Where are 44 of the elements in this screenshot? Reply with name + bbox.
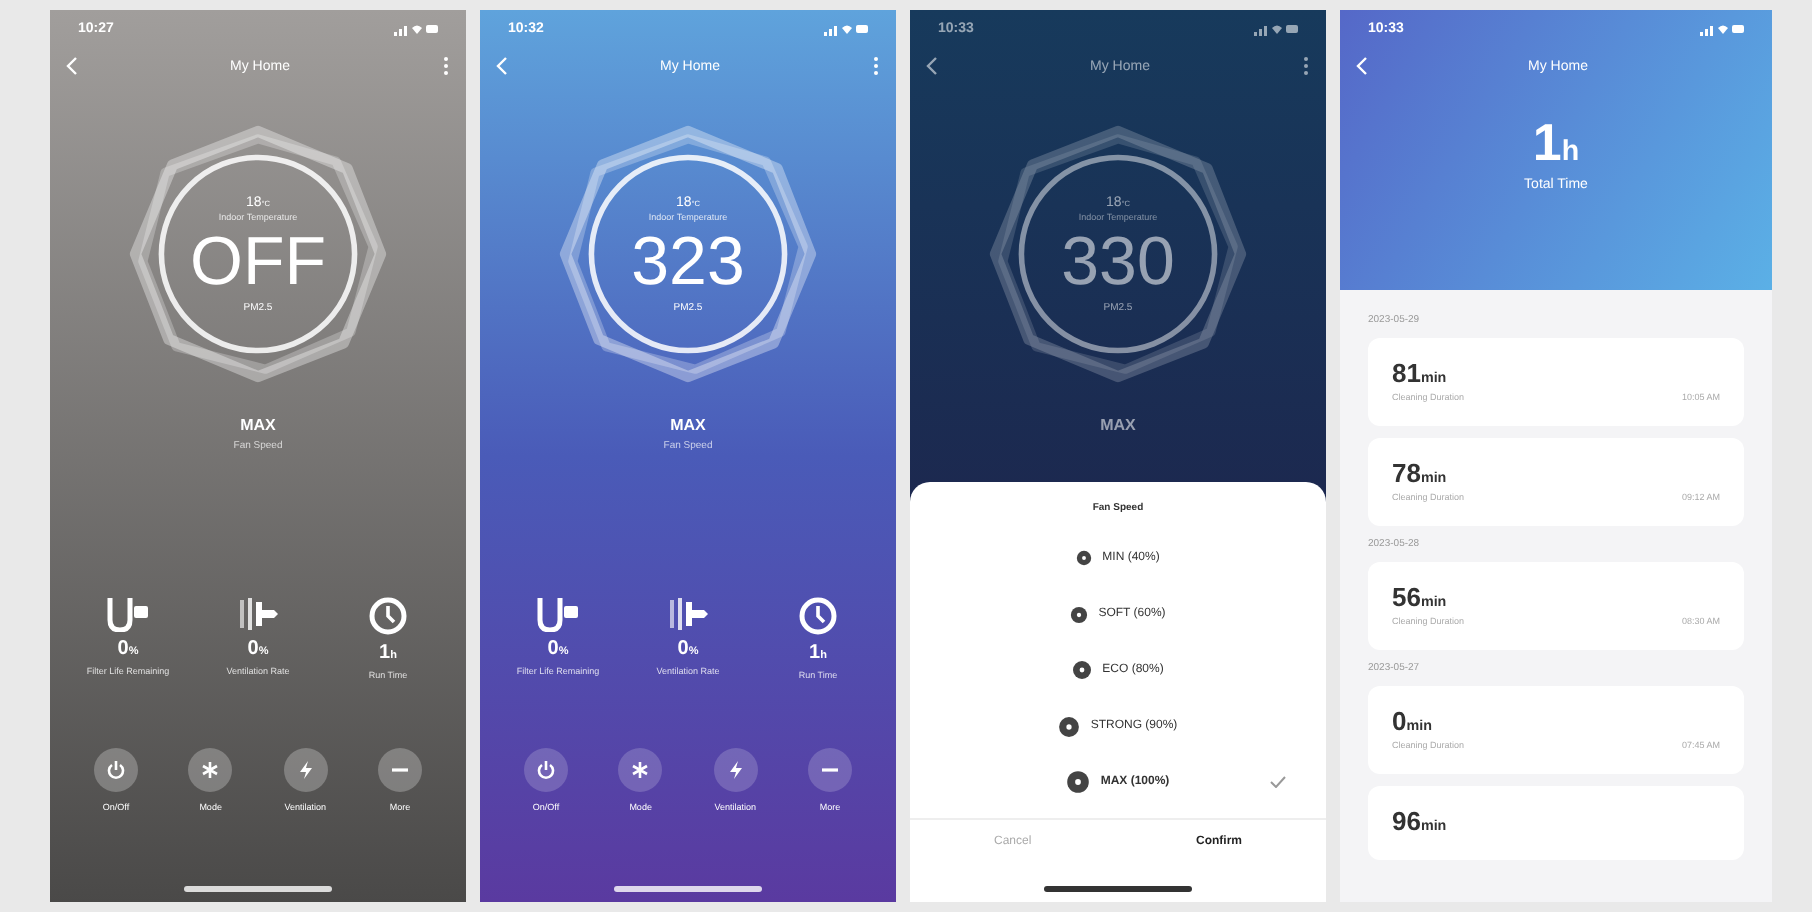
action-button[interactable] [618, 748, 663, 792]
more-icon[interactable] [1301, 56, 1310, 76]
signal-wifi-battery-icon [1254, 22, 1298, 36]
back-icon[interactable] [66, 56, 78, 76]
back-icon[interactable] [496, 56, 508, 76]
action-button[interactable] [283, 748, 328, 792]
back-icon[interactable] [1356, 56, 1368, 76]
fan-icon [1058, 715, 1081, 737]
air-quality-value: 323 [631, 227, 745, 295]
signal-wifi-battery-icon [824, 22, 868, 36]
fan-mode-value: MAX [1100, 416, 1136, 434]
action-button[interactable] [94, 748, 138, 792]
more-icon[interactable] [871, 56, 880, 76]
signal-wifi-battery-icon [394, 22, 438, 36]
filter-icon [536, 596, 580, 632]
fan-icon [1070, 605, 1089, 623]
back-icon[interactable] [926, 56, 938, 76]
action-button[interactable] [188, 748, 233, 792]
action-button[interactable] [807, 748, 852, 792]
action-button[interactable] [377, 748, 422, 792]
air-quality-value: OFF [190, 227, 326, 295]
fan-mode-value: MAX [670, 416, 706, 434]
fan-icon [1076, 550, 1093, 566]
power-icon [106, 760, 126, 780]
lightning-icon [295, 760, 316, 780]
power-icon [536, 760, 556, 780]
clock-icon [798, 596, 838, 636]
ionizer-icon [236, 596, 280, 632]
clock-icon [368, 596, 408, 636]
fan-icon [1072, 660, 1093, 680]
action-button[interactable] [713, 748, 758, 792]
fan-icon [1066, 770, 1091, 794]
asterisk-icon [200, 760, 221, 780]
air-quality-value: 330 [1061, 227, 1175, 295]
filter-icon [106, 596, 150, 632]
ionizer-icon [666, 596, 710, 632]
signal-wifi-battery-icon [1700, 22, 1744, 36]
lightning-icon [725, 760, 746, 780]
more-icon[interactable] [441, 56, 450, 76]
action-button[interactable] [524, 748, 568, 792]
total-time-value: 1h [1532, 116, 1580, 168]
check-icon [1270, 776, 1286, 788]
asterisk-icon [630, 760, 651, 780]
fan-mode-value: MAX [240, 416, 276, 434]
